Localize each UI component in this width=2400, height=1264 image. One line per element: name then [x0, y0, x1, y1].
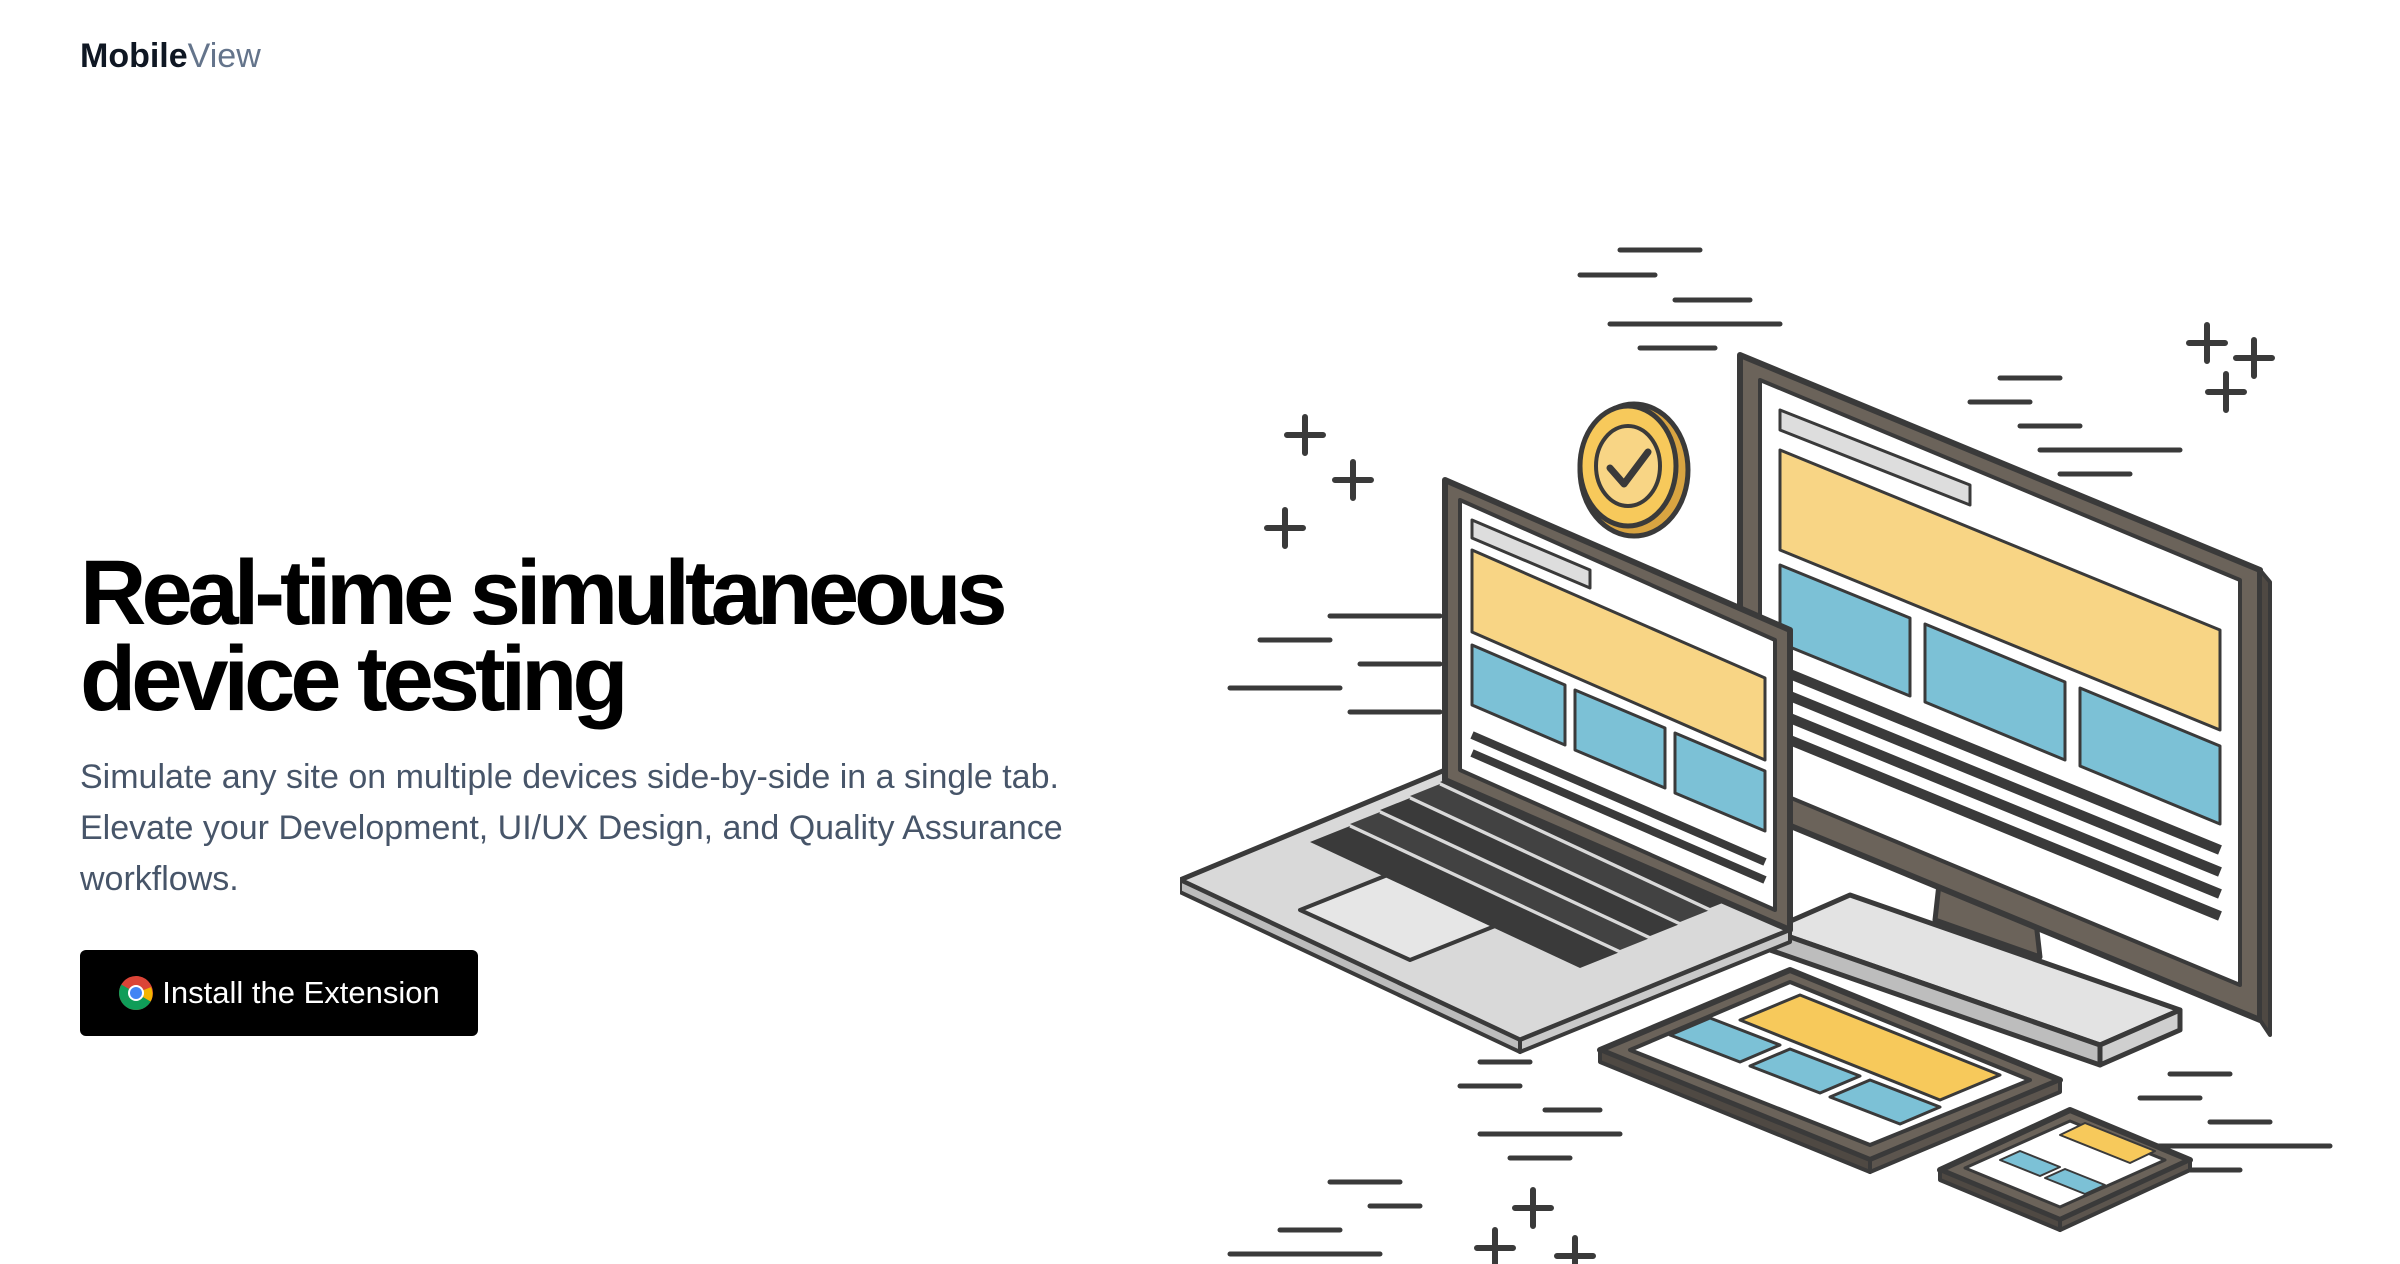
devices-illustration	[1180, 247, 2333, 1264]
hero-title-line-1: Real-time simultaneous	[80, 542, 1008, 644]
logo[interactable]: MobileView	[80, 34, 261, 78]
chrome-icon	[118, 975, 154, 1011]
hero-title: Real-time simultaneous device testing	[80, 542, 1130, 730]
install-extension-button[interactable]: Install the Extension	[80, 950, 478, 1036]
install-extension-label: Install the Extension	[162, 975, 440, 1010]
hero-description: Simulate any site on multiple devices si…	[80, 758, 1063, 898]
landing-page: MobileView Real-time simultaneous device…	[0, 0, 2400, 1264]
check-badge-icon	[1577, 401, 1691, 539]
logo-bold-text: Mobile	[80, 37, 188, 75]
hero-title-line-2: device testing	[80, 628, 629, 730]
logo-light-text: View	[187, 37, 261, 75]
